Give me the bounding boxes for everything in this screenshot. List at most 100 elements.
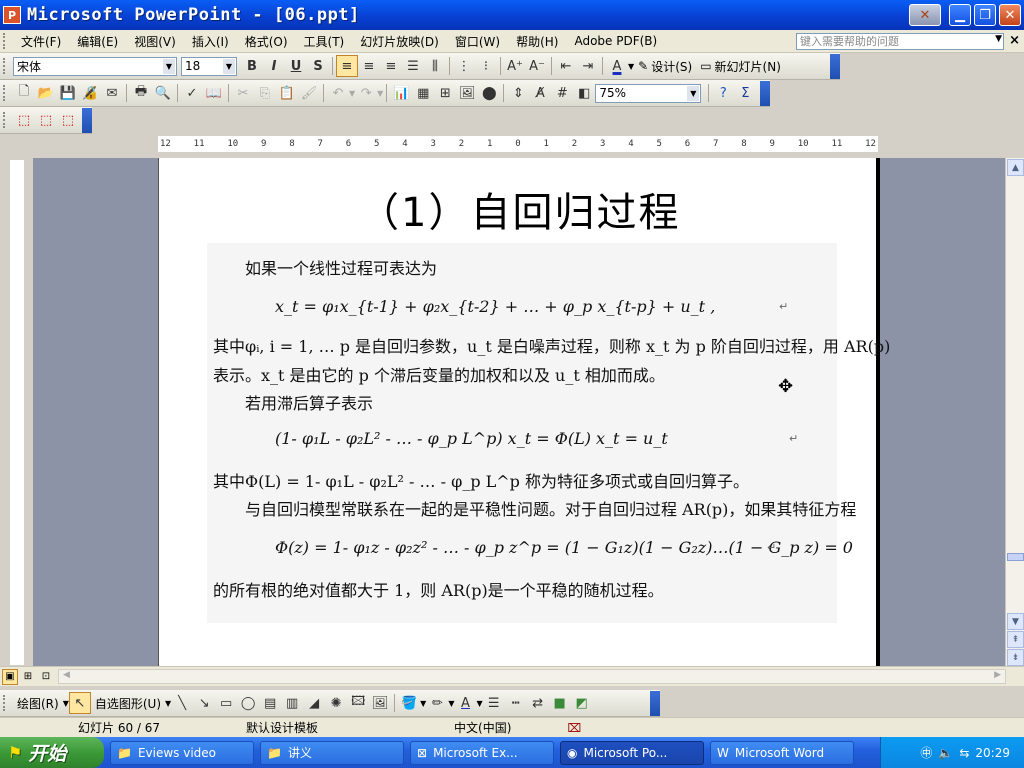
chevron-down-icon[interactable]: ▼	[163, 58, 175, 74]
columns-icon[interactable]: ⫼	[424, 55, 446, 77]
toolbar-options-button[interactable]	[830, 53, 840, 79]
help-icon[interactable]: ?	[712, 82, 734, 104]
shadow-icon[interactable]: S	[307, 55, 329, 77]
scroll-up-icon[interactable]: ▲	[1007, 159, 1024, 176]
distribute-icon[interactable]: ☰	[402, 55, 424, 77]
font-color-icon[interactable]: A	[606, 55, 628, 77]
select-arrow-icon[interactable]: ↖	[68, 692, 91, 714]
italic-icon[interactable]: I	[263, 55, 285, 77]
taskbar-item-excel[interactable]: ⊠ Microsoft Ex...	[410, 740, 554, 765]
increase-indent-icon[interactable]: ⇥	[577, 55, 599, 77]
print-preview-icon[interactable]: 🔍	[152, 82, 174, 104]
spellcheck-icon[interactable]: ⌧	[559, 721, 589, 735]
slide-canvas[interactable]: （1）自回归过程 如果一个线性过程可表达为 x_t = φ₁x_{t-1} + …	[158, 158, 890, 666]
diagram-tool-icon[interactable]: ✺	[325, 692, 347, 714]
line-tool-icon[interactable]: ╲	[171, 692, 193, 714]
vertical-textbox-icon[interactable]: ▥	[281, 692, 303, 714]
menu-insert[interactable]: 插入(I)	[184, 33, 237, 50]
toolbar-grip[interactable]	[3, 112, 9, 128]
taskbar-item-word[interactable]: W Microsoft Word	[710, 740, 854, 765]
taskbar-item-eviews[interactable]: 📁 Eviews video	[110, 740, 254, 765]
close-button[interactable]: ✕	[999, 4, 1021, 26]
oval-tool-icon[interactable]: ◯	[237, 692, 259, 714]
toolbar-grip[interactable]	[3, 58, 9, 74]
fill-color-icon[interactable]: 🪣	[398, 692, 420, 714]
maximize-button[interactable]: ❐	[974, 4, 996, 26]
line-style-icon[interactable]: ☰	[483, 692, 505, 714]
menu-edit[interactable]: 编辑(E)	[69, 33, 126, 50]
zoom-select[interactable]: 75% ▼	[595, 83, 702, 103]
format-painter-icon[interactable]: 🖌	[298, 82, 320, 104]
autoshapes-button[interactable]: 自选图形(U)	[91, 695, 165, 712]
text-color-icon[interactable]: A	[454, 692, 476, 714]
increase-font-icon[interactable]: A⁺	[504, 55, 526, 77]
research-icon[interactable]: 📖	[203, 82, 225, 104]
insert-table-icon[interactable]: ▦	[412, 82, 434, 104]
start-button[interactable]: ⚑ 开始	[0, 737, 104, 768]
menu-window[interactable]: 窗口(W)	[447, 33, 508, 50]
convert-pdf-icon[interactable]: ⬚	[13, 109, 35, 131]
chevron-down-icon[interactable]: ▼	[223, 58, 235, 74]
previous-slide-icon[interactable]: ⇞	[1007, 631, 1024, 648]
menu-format[interactable]: 格式(O)	[237, 33, 296, 50]
rectangle-tool-icon[interactable]: ▭	[215, 692, 237, 714]
chevron-down-icon[interactable]: ▼	[377, 89, 383, 98]
next-slide-icon[interactable]: ⇟	[1007, 649, 1024, 666]
chevron-down-icon[interactable]: ▼	[995, 34, 1002, 44]
minimize-button[interactable]: ▁	[949, 4, 971, 26]
normal-view-icon[interactable]: ▣	[2, 668, 18, 685]
taskbar-item-notes[interactable]: 📁 讲义	[260, 740, 404, 765]
decrease-indent-icon[interactable]: ⇤	[555, 55, 577, 77]
taskbar-item-powerpoint[interactable]: ◉ Microsoft Po...	[560, 740, 704, 765]
bullets-icon[interactable]: ⁝	[475, 55, 497, 77]
diagram-icon[interactable]: ⬤	[478, 82, 500, 104]
insert-picture-icon[interactable]: 🖼	[456, 82, 478, 104]
redo-icon[interactable]: ↷	[355, 82, 377, 104]
tables-borders-icon[interactable]: ⊞	[434, 82, 456, 104]
arrow-tool-icon[interactable]: ↘	[193, 692, 215, 714]
new-slide-button[interactable]: ▭ 新幻灯片(N)	[696, 58, 785, 75]
scroll-thumb[interactable]	[1007, 553, 1024, 561]
new-file-icon[interactable]: 🗋	[13, 82, 35, 104]
expand-all-icon[interactable]: ⇕	[507, 82, 529, 104]
open-folder-icon[interactable]: 📂	[35, 82, 57, 104]
menu-help[interactable]: 帮助(H)	[508, 33, 566, 50]
show-formatting-icon[interactable]: A̸	[529, 82, 551, 104]
slide-sorter-view-icon[interactable]: ⊞	[20, 669, 36, 685]
sigma-icon[interactable]: Σ	[734, 82, 756, 104]
design-button[interactable]: ✎ 设计(S)	[634, 58, 696, 75]
underline-icon[interactable]: U	[285, 55, 307, 77]
menu-adobe-pdf[interactable]: Adobe PDF(B)	[566, 34, 665, 48]
font-size-select[interactable]: 18 ▼	[181, 56, 237, 76]
scroll-left-icon[interactable]: ◀	[63, 670, 70, 680]
menu-view[interactable]: 视图(V)	[126, 33, 184, 50]
permission-icon[interactable]: 🔏	[79, 82, 101, 104]
pdf-review-icon[interactable]: ⬚	[57, 109, 79, 131]
clipart-icon[interactable]: 🖾	[347, 692, 369, 714]
draw-menu-button[interactable]: 绘图(R)	[13, 695, 63, 712]
align-right-icon[interactable]: ≡	[380, 55, 402, 77]
slideshow-view-icon[interactable]: ⊡	[38, 669, 54, 685]
font-select[interactable]: 宋体 ▼	[13, 56, 177, 76]
menu-tools[interactable]: 工具(T)	[296, 33, 353, 50]
color-grayscale-icon[interactable]: ◧	[573, 82, 595, 104]
toolbar-options-button[interactable]	[650, 690, 660, 716]
toolbar-grip[interactable]	[3, 33, 9, 49]
menu-slideshow[interactable]: 幻灯片放映(D)	[352, 33, 447, 50]
vertical-scrollbar[interactable]: ▲ ▼ ⇞ ⇟	[1005, 158, 1024, 666]
email-icon[interactable]: ✉	[101, 82, 123, 104]
scroll-right-icon[interactable]: ▶	[994, 670, 1001, 680]
decrease-font-icon[interactable]: A⁻	[526, 55, 548, 77]
pdf-email-icon[interactable]: ⬚	[35, 109, 57, 131]
slide-editing-area[interactable]: （1）自回归过程 如果一个线性过程可表达为 x_t = φ₁x_{t-1} + …	[33, 158, 1005, 666]
ime-icon[interactable]: ㊥	[920, 744, 932, 761]
toolbar-grip[interactable]	[3, 85, 9, 101]
vertical-ruler[interactable]	[10, 160, 24, 665]
paste-icon[interactable]: 📋	[276, 82, 298, 104]
undo-icon[interactable]: ↶	[327, 82, 349, 104]
chevron-down-icon[interactable]: ▼	[687, 85, 700, 101]
textbox-tool-icon[interactable]: ▤	[259, 692, 281, 714]
picture-tool-icon[interactable]: 🖼	[369, 692, 391, 714]
slide-content-box[interactable]: 如果一个线性过程可表达为 x_t = φ₁x_{t-1} + φ₂x_{t-2}…	[207, 243, 890, 623]
bold-icon[interactable]: B	[241, 55, 263, 77]
